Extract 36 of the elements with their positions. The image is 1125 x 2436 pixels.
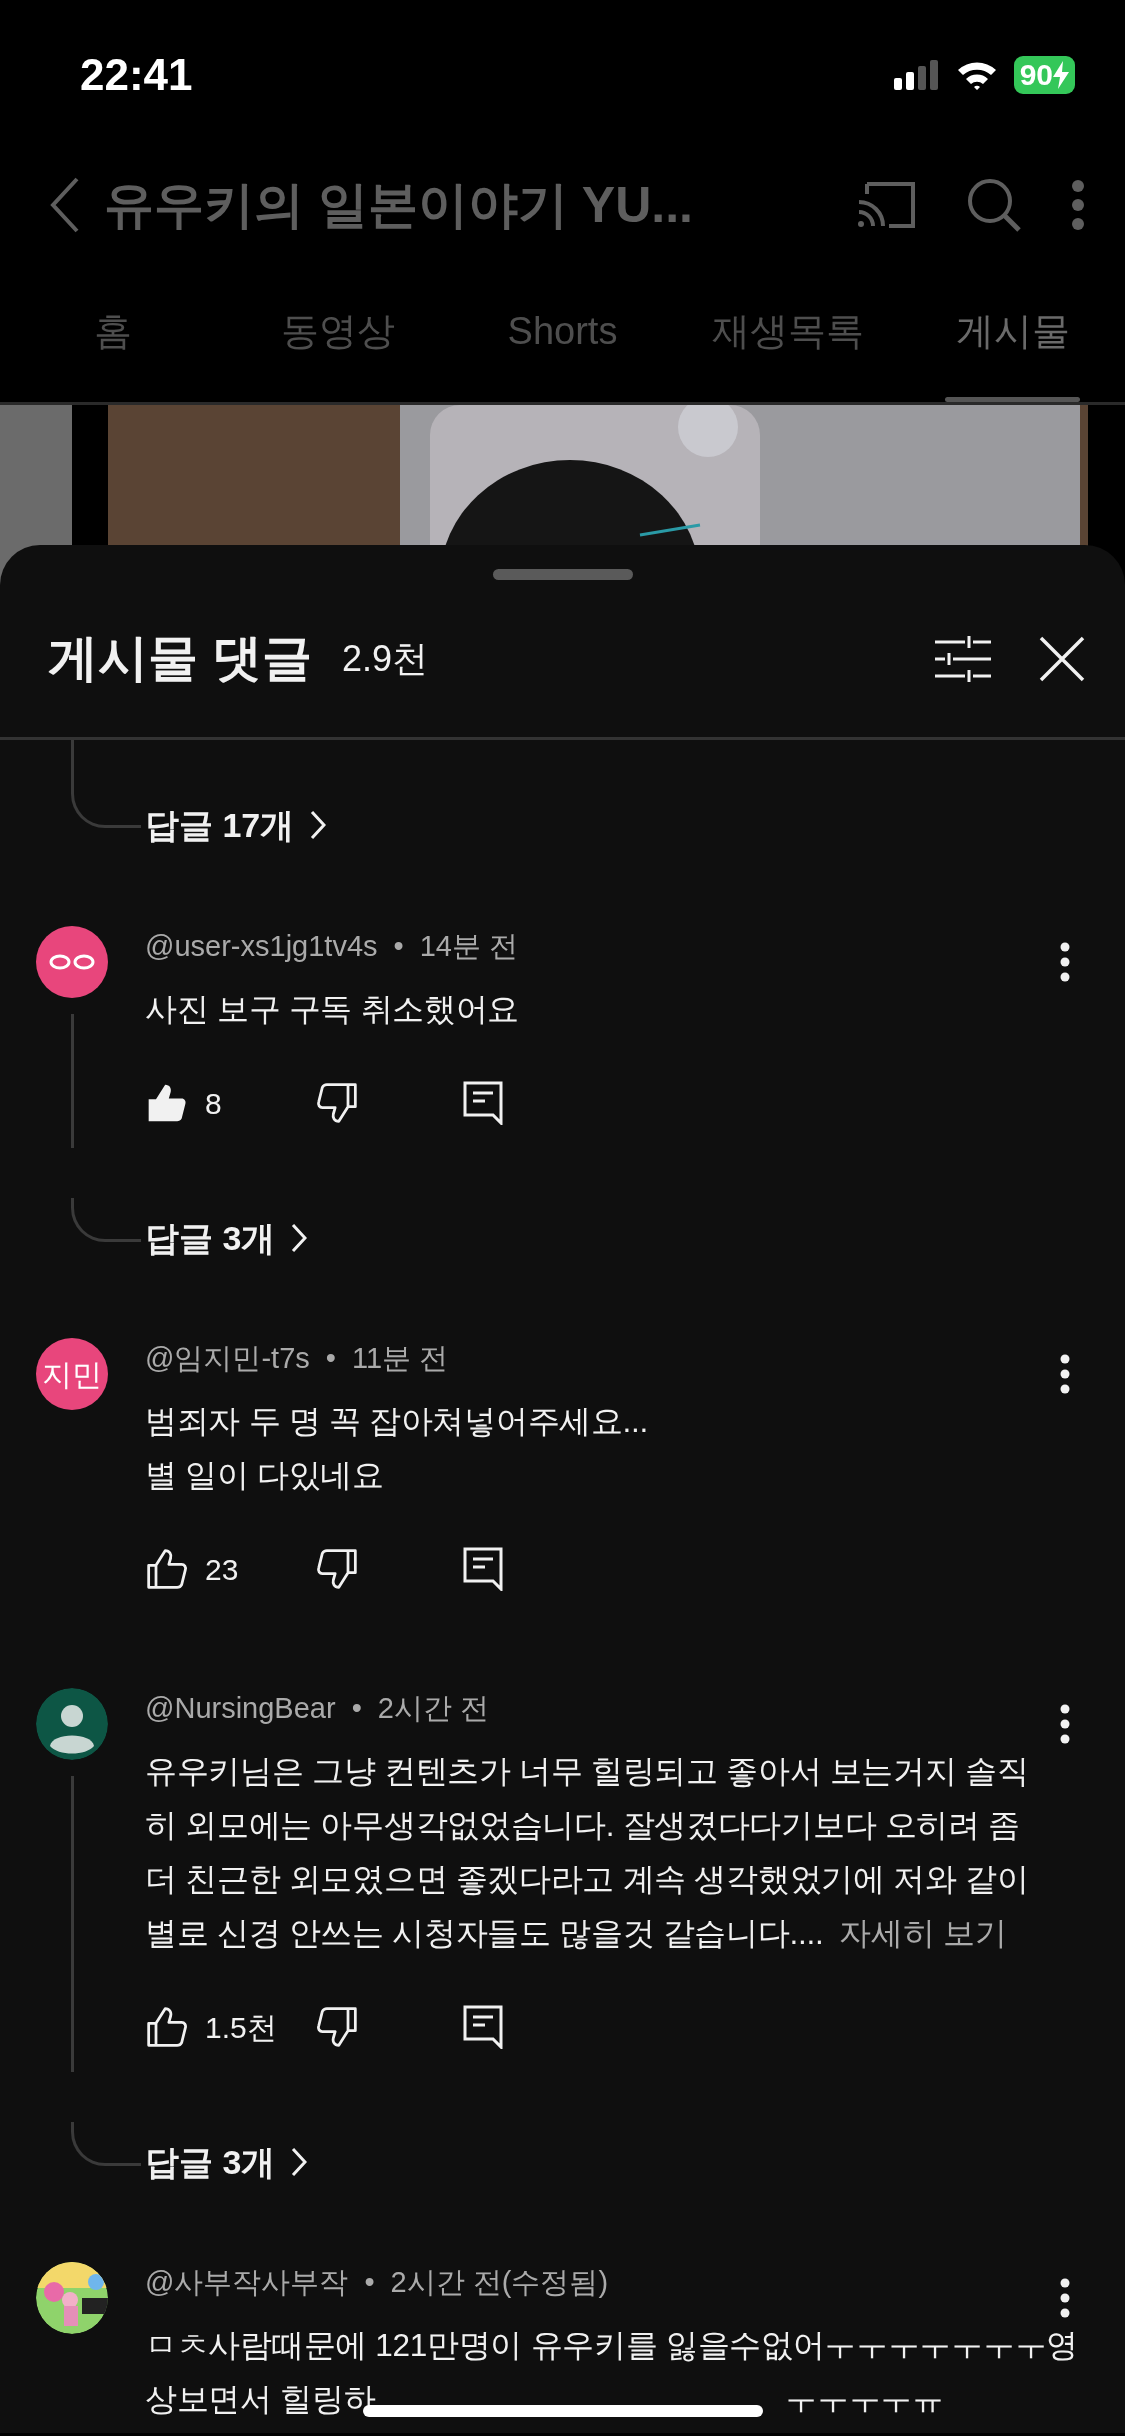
like-button[interactable]: 1.5천 [145,2004,315,2050]
comment-text: 범죄자 두 명 꼭 잡아쳐넣어주세요... [145,1402,649,1441]
comment-time: 2시간 전(수정됨) [390,2265,609,2300]
replies-button[interactable]: 답글 3개 [145,2136,308,2188]
comment-text: 유우키님은 그냥 컨텐츠가 너무 힐링되고 좋아서 보는거지 솔직 [145,1752,1030,1791]
comment-text: 별로 신경 안쓰는 시청자들도 많을것 같습니다.... [145,1914,824,1953]
like-button[interactable]: 23 [145,1546,315,1592]
replies-button[interactable]: 답글 17개 [145,799,327,851]
channel-title: 유우키의 일본이야기 YU... [104,175,694,235]
sheet-title: 게시물 댓글 [48,629,312,688]
dot-separator: • [351,1691,362,1726]
dot-separator: • [325,1341,336,1376]
comment-time: 11분 전 [351,1341,449,1376]
dot-separator: • [364,2265,375,2300]
read-more-link[interactable]: 자세히 보기 [839,1906,1007,1960]
battery-level: 90 [1019,57,1053,93]
clock: 22:41 [80,49,193,101]
comment-text: 더 친근한 외모였으면 좋겠다라고 계속 생각했었기에 저와 같이 [145,1860,1030,1899]
comment-time: 2시간 전 [377,1691,489,1726]
comment-author[interactable]: @사부작사부작 [145,2262,349,2302]
comment-author[interactable]: @NursingBear [145,1688,336,1728]
comment-author[interactable]: @user-xs1jg1tv4s [145,926,378,966]
comment-text: 별 일이 다있네요 [145,1456,385,1495]
comment-text: ㅁㅊ사람때문에 121만명이 유우키를 잃을수없어ㅜㅜㅜㅜㅜㅜㅜ영 [145,2326,1079,2365]
like-button[interactable]: 8 [145,1080,315,1126]
comment-time: 14분 전 [419,929,518,964]
avatar: 지민 [36,1338,108,1410]
channel-tab[interactable]: 게시물 [900,260,1125,402]
comment-count: 2.9천 [341,636,429,681]
dot-separator: • [393,929,404,964]
replies-button[interactable]: 답글 3개 [145,1212,308,1264]
comment-text: ㅜㅜㅜㅜㅠ [785,2380,944,2419]
comment-text: 히 외모에는 아무생각없었습니다. 잘생겼다다기보다 오히려 좀 [145,1806,1021,1845]
comment-text: 사진 보구 구독 취소했어요 [145,990,521,1029]
comment-text: 상보면서 힐링하 [145,2380,376,2419]
comment-author[interactable]: @임지민-t7s [145,1338,310,1378]
